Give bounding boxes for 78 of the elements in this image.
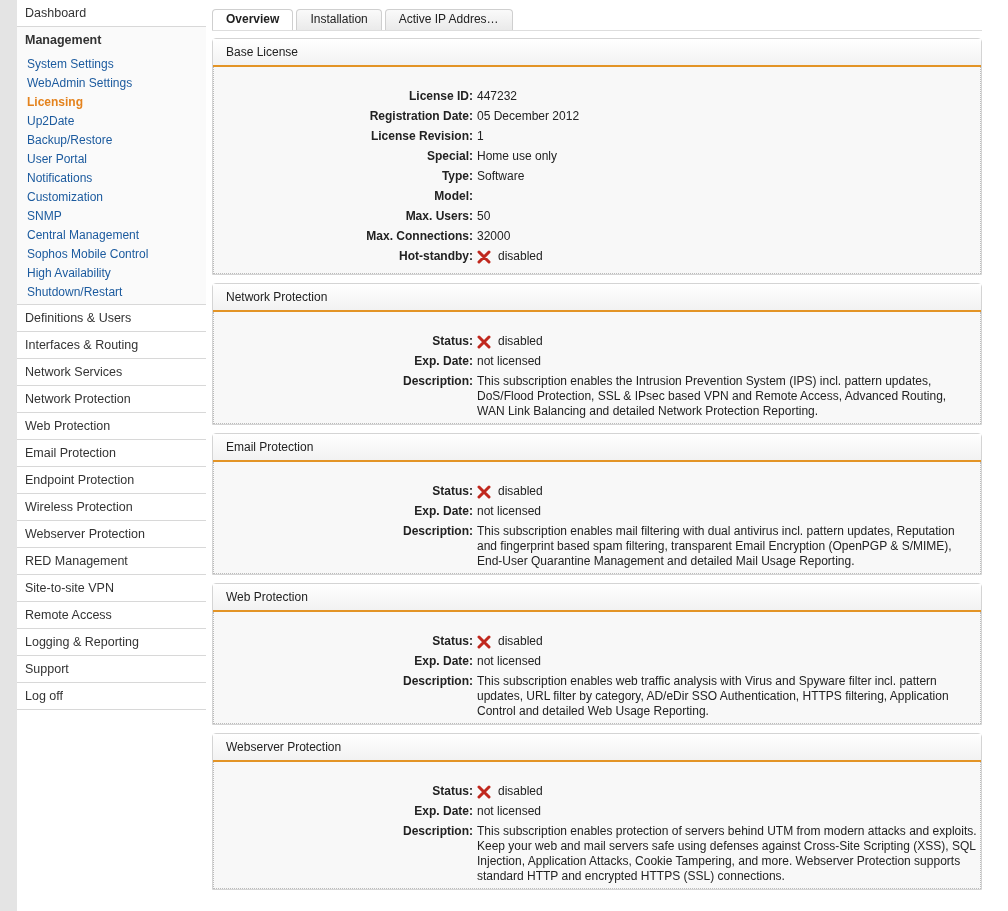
field-value: Home use only [477, 149, 558, 164]
sidebar-subitem[interactable]: User Portal [27, 150, 206, 169]
field-value: not licensed [477, 504, 542, 519]
field-value: 05 December 2012 [477, 109, 580, 124]
field-label: Description: [402, 524, 474, 540]
sidebar-item[interactable]: Webserver Protection [17, 521, 206, 547]
field-value: This subscription enables the Intrusion Prevention System (IPS) incl. pattern updates, DoS/Flood Protection, SSL & IPsec based VPN and Remote Access, Advanced Routing, WAN Link Balancing and detailed Network Protection Reporting. [477, 374, 948, 419]
panel-title: Network Protection [226, 290, 328, 304]
field-value: not licensed [477, 354, 542, 369]
sidebar-item[interactable]: Definitions & Users [17, 305, 206, 331]
field-label: Special: [425, 149, 474, 165]
tab[interactable]: Installation [296, 9, 382, 30]
tab[interactable]: Overview [212, 9, 294, 30]
status-value: disabled [498, 484, 543, 499]
sidebar-item[interactable]: Support [17, 656, 206, 682]
field-label: Exp. Date: [413, 504, 474, 520]
status-value: disabled [498, 784, 543, 799]
sidebar-item[interactable]: Network Protection [17, 386, 206, 412]
field-value: not licensed [477, 654, 542, 669]
sidebar-item[interactable]: RED Management [17, 548, 206, 574]
sidebar-subitem[interactable]: Customization [27, 188, 206, 207]
tab[interactable]: Active IP Addres… [384, 9, 513, 30]
field-label: Registration Date: [368, 109, 474, 125]
sidebar-subitem[interactable]: WebAdmin Settings [27, 74, 206, 93]
field-value: Software [477, 169, 525, 184]
field-label: Exp. Date: [413, 654, 474, 670]
sidebar-subitem[interactable]: Up2Date [27, 112, 206, 131]
sidebar-item[interactable]: Endpoint Protection [17, 467, 206, 493]
status-value: disabled [498, 334, 543, 349]
field-label: Model: [433, 189, 474, 205]
sidebar-item[interactable]: Log off [17, 683, 206, 709]
sidebar-item[interactable]: Interfaces & Routing [17, 332, 206, 358]
field-label: Status: [431, 484, 474, 500]
panel-title: Base License [226, 45, 299, 59]
sidebar-subitem[interactable]: System Settings [27, 55, 206, 74]
field-label: Exp. Date: [413, 804, 474, 820]
field-value: 1 [477, 129, 484, 144]
sidebar-item[interactable]: Network Services [17, 359, 206, 385]
field-label: Status: [431, 784, 474, 800]
field-value: This subscription enables protection of servers behind UTM from modern attacks and exploits. Keep your web and mail servers safe using defenses against Cross-Site Scripting (XSS), SQL Injection, Application Attacks, Cookie Tampering, and more. Webserver Protection supports standard HTTP and encrypted HTTPS (SSL) connections. [477, 824, 977, 884]
field-value: This subscription enables web traffic analysis with Virus and Spyware filter incl. pattern updates, URL filter by category, AD/eDir SSO Authentication, HTTPS filtering, Application Control and detailed Web Usage Reporting. [477, 674, 950, 719]
sidebar-subitem[interactable]: SNMP [27, 207, 206, 226]
field-value: This subscription enables mail filtering with dual antivirus incl. pattern updates, Reputation and fingerprint based spam filtering, transparent Email Encryption (OpenPGP & S/MIME), End-User Quarantine Management and detailed Mail Usage Reporting. [477, 524, 956, 569]
sidebar-item[interactable]: Management [17, 27, 206, 53]
field-label: Max. Connections: [365, 229, 474, 245]
field-label: Description: [402, 374, 474, 390]
sidebar-subitem[interactable]: Sophos Mobile Control [27, 245, 206, 264]
sidebar-subitem[interactable]: Backup/Restore [27, 131, 206, 150]
field-label: Hot-standby: [398, 249, 474, 265]
sidebar-subitem[interactable]: Shutdown/Restart [27, 283, 206, 302]
panel-title: Web Protection [226, 590, 308, 604]
sidebar-subitem[interactable]: Central Management [27, 226, 206, 245]
field-value: 447232 [477, 89, 518, 104]
sidebar-item[interactable]: Logging & Reporting [17, 629, 206, 655]
field-value: 50 [477, 209, 491, 224]
sidebar-item[interactable]: Web Protection [17, 413, 206, 439]
field-label: Status: [431, 334, 474, 350]
field-label: License ID: [407, 89, 474, 105]
sidebar-subitem[interactable]: High Availability [27, 264, 206, 283]
field-label: Status: [431, 634, 474, 650]
sidebar-subitem[interactable]: Notifications [27, 169, 206, 188]
panel-title: Email Protection [226, 440, 314, 454]
sidebar-item[interactable]: Email Protection [17, 440, 206, 466]
field-label: Max. Users: [404, 209, 474, 225]
panel-title: Webserver Protection [226, 740, 342, 754]
field-value: 32000 [477, 229, 511, 244]
field-label: Type: [440, 169, 474, 185]
sidebar-item[interactable]: Dashboard [17, 0, 206, 26]
field-label: License Revision: [369, 129, 474, 145]
status-value: disabled [498, 634, 543, 649]
sidebar-item[interactable]: Wireless Protection [17, 494, 206, 520]
status-value: disabled [498, 249, 543, 264]
field-label: Description: [402, 824, 474, 840]
field-label: Description: [402, 674, 474, 690]
sidebar-item[interactable]: Remote Access [17, 602, 206, 628]
sidebar-item[interactable]: Site-to-site VPN [17, 575, 206, 601]
field-label: Exp. Date: [413, 354, 474, 370]
field-value: not licensed [477, 804, 542, 819]
